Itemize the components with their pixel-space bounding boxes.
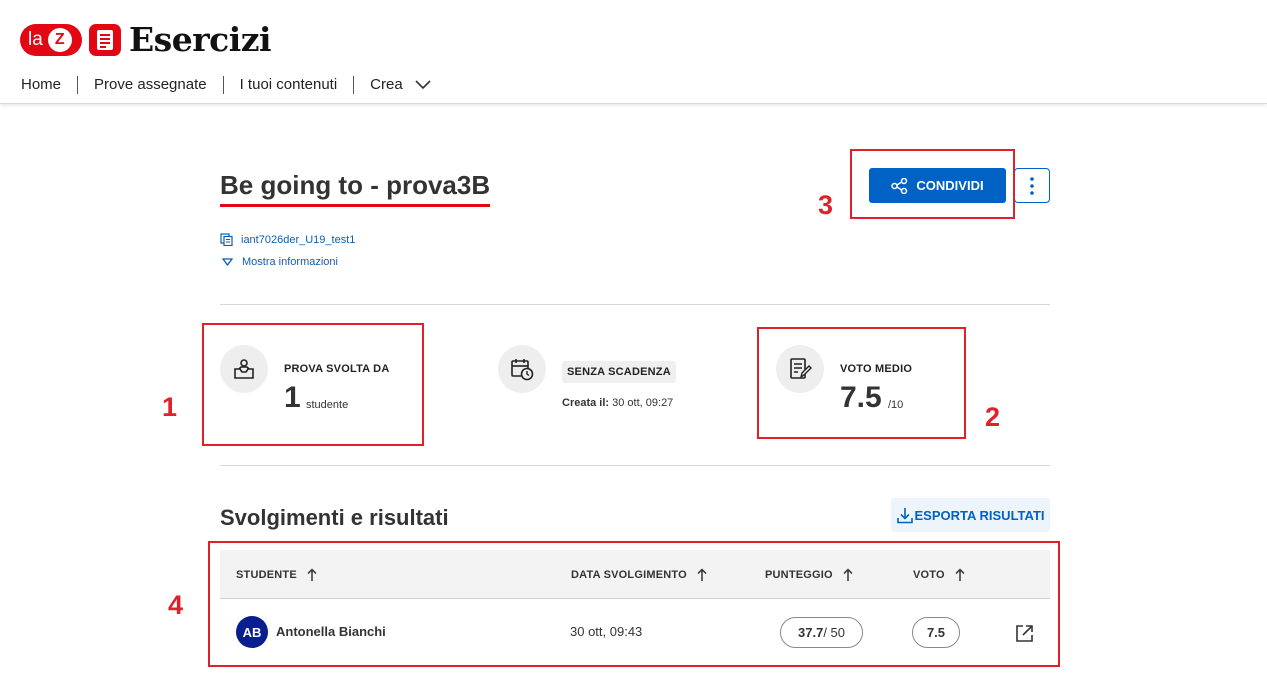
annotation-box-3 bbox=[850, 149, 1015, 219]
created-label: Creata il: bbox=[562, 397, 610, 409]
logo[interactable]: la Z Esercizi bbox=[20, 20, 272, 59]
no-deadline-label: SENZA SCADENZA bbox=[567, 366, 671, 378]
annotation-number-4: 4 bbox=[168, 590, 184, 620]
annotation-number-3: 3 bbox=[818, 190, 834, 220]
created-info: Creata il: 30 ott, 09:27 bbox=[562, 397, 673, 409]
document-icon bbox=[89, 23, 121, 56]
annotation-box-1 bbox=[202, 323, 424, 446]
nav-item-home[interactable]: Home bbox=[21, 76, 77, 94]
export-results-label: ESPORTA RISULTATI bbox=[914, 507, 1045, 523]
annotation-box-4 bbox=[208, 541, 1060, 667]
chevron-down-icon bbox=[415, 80, 431, 90]
show-info-label: Mostra informazioni bbox=[242, 256, 338, 268]
nav-item-label: Crea bbox=[370, 76, 403, 93]
no-deadline-badge: SENZA SCADENZA bbox=[562, 361, 676, 383]
app-header: la Z Esercizi Home Prove assegnate I tuo… bbox=[0, 0, 1267, 104]
main-nav: Home Prove assegnate I tuoi contenuti Cr… bbox=[21, 76, 447, 94]
nav-item-label: Prove assegnate bbox=[94, 76, 207, 93]
created-value: 30 ott, 09:27 bbox=[612, 397, 674, 409]
app-title: Esercizi bbox=[129, 20, 272, 59]
annotation-number-2: 2 bbox=[985, 402, 1001, 432]
nav-item-prove-assegnate[interactable]: Prove assegnate bbox=[77, 76, 223, 94]
download-icon bbox=[896, 507, 913, 523]
logo-z: Z bbox=[47, 27, 72, 52]
nav-item-label: Home bbox=[21, 76, 62, 93]
test-code[interactable]: iant7026der_U19_test1 bbox=[220, 233, 355, 246]
nav-item-crea[interactable]: Crea bbox=[353, 76, 447, 94]
show-info-toggle[interactable]: Mostra informazioni bbox=[222, 256, 338, 268]
logo-text: la bbox=[28, 28, 43, 50]
laz-logo: la Z bbox=[20, 23, 82, 56]
divider bbox=[220, 465, 1050, 466]
nav-item-tuoi-contenuti[interactable]: I tuoi contenuti bbox=[222, 76, 354, 94]
page-title: Be going to - prova3B bbox=[220, 170, 491, 207]
annotation-box-2 bbox=[757, 327, 966, 439]
nav-item-label: I tuoi contenuti bbox=[239, 76, 338, 93]
results-section-title: Svolgimenti e risultati bbox=[220, 505, 449, 530]
export-results-button[interactable]: ESPORTA RISULTATI bbox=[891, 498, 1050, 532]
test-code-text: iant7026der_U19_test1 bbox=[241, 233, 356, 246]
calendar-clock-icon bbox=[498, 345, 546, 393]
more-options-button[interactable] bbox=[1014, 168, 1050, 203]
copy-document-icon bbox=[220, 233, 233, 246]
triangle-down-icon bbox=[222, 258, 233, 266]
divider bbox=[220, 304, 1050, 305]
vertical-dots-icon bbox=[1030, 176, 1034, 195]
annotation-number-1: 1 bbox=[162, 392, 178, 422]
